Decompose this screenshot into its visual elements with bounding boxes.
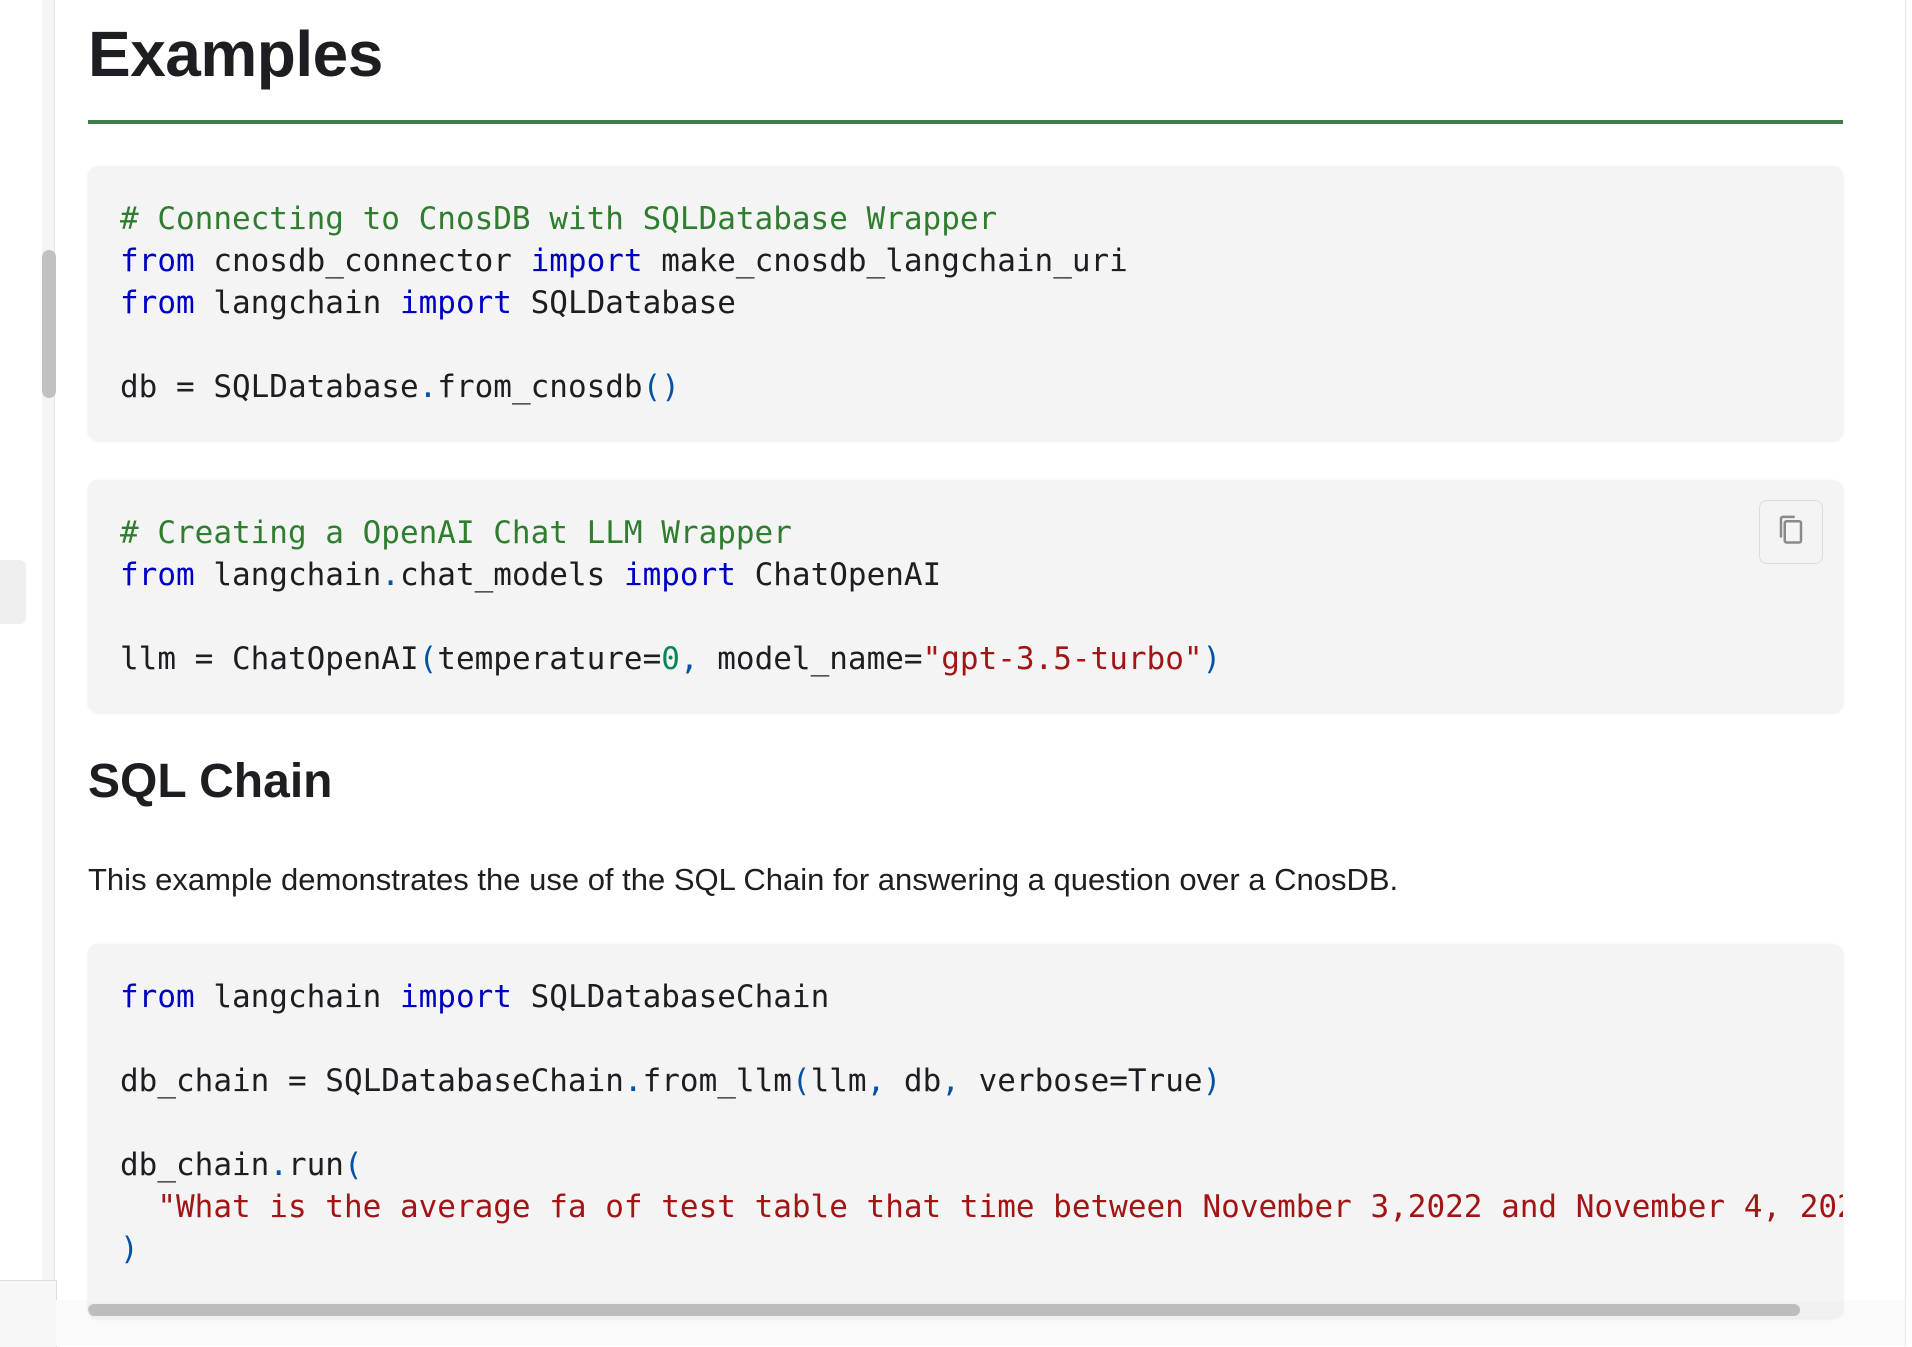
code-token: from xyxy=(120,979,195,1015)
sidebar-collapse-tab[interactable] xyxy=(0,560,26,624)
title-divider xyxy=(88,120,1843,124)
code-token: , xyxy=(941,1063,960,1099)
code-token: from_llm xyxy=(642,1063,792,1099)
copy-button[interactable] xyxy=(1759,500,1823,564)
code-horizontal-scrollbar[interactable] xyxy=(88,1302,1843,1318)
code-token: from_cnosdb xyxy=(437,369,643,405)
code-token: # Connecting to CnosDB with SQLDatabase … xyxy=(120,201,998,237)
code-token: langchain xyxy=(194,285,400,321)
code-token: , xyxy=(679,641,699,677)
section-heading-sql-chain: SQL Chain xyxy=(88,755,333,808)
code-token: ChatOpenAI xyxy=(735,557,942,593)
code-token: llm = ChatOpenAI xyxy=(120,641,419,677)
code-scrollbar-thumb[interactable] xyxy=(88,1304,1800,1316)
code-token: ) xyxy=(1202,1063,1222,1099)
code-content[interactable]: from langchain import SQLDatabaseChain d… xyxy=(88,944,1843,1302)
code-token: cnosdb_connector xyxy=(194,243,531,279)
code-token: ) xyxy=(1202,641,1222,677)
code-content[interactable]: # Connecting to CnosDB with SQLDatabase … xyxy=(88,166,1843,440)
sidebar-scroll-track xyxy=(42,0,55,1280)
page-scrollbar-track[interactable] xyxy=(1905,0,1912,1346)
code-token: "gpt-3.5-turbo" xyxy=(922,641,1203,677)
code-token: verbose=True xyxy=(959,1063,1203,1099)
code-token: . xyxy=(418,369,438,405)
code-token: ( xyxy=(791,1063,811,1099)
code-token: db_chain = SQLDatabaseChain xyxy=(120,1063,624,1099)
code-token: run xyxy=(287,1147,344,1183)
code-block-chatopenai: # Creating a OpenAI Chat LLM Wrapper fro… xyxy=(88,480,1843,712)
code-line: from langchain.chat_models import ChatOp… xyxy=(120,557,941,593)
code-token: . xyxy=(381,557,400,593)
code-line: db = SQLDatabase.from_cnosdb() xyxy=(120,369,680,405)
code-token: db_chain xyxy=(120,1147,270,1183)
code-token: db xyxy=(885,1063,942,1099)
code-line: ) xyxy=(120,1231,139,1267)
code-token: import xyxy=(399,285,512,321)
sidebar-scrollbar-thumb[interactable] xyxy=(42,250,56,398)
code-line: from langchain import SQLDatabaseChain xyxy=(120,979,829,1015)
code-token: import xyxy=(623,557,736,593)
page-title: Examples xyxy=(88,18,383,90)
code-token: langchain xyxy=(194,979,400,1015)
code-token: ) xyxy=(120,1231,139,1267)
code-token: temperature= xyxy=(437,641,662,677)
code-token: import xyxy=(530,243,643,279)
code-token: llm xyxy=(810,1063,867,1099)
code-token: chat_models xyxy=(399,557,624,593)
code-line: "What is the average fa of test table th… xyxy=(120,1189,1843,1225)
code-token: langchain xyxy=(194,557,382,593)
code-line: db_chain = SQLDatabaseChain.from_llm(llm… xyxy=(120,1063,1221,1099)
code-token: from xyxy=(120,285,195,321)
code-line: # Connecting to CnosDB with SQLDatabase … xyxy=(120,201,997,237)
code-token: db = SQLDatabase xyxy=(120,369,419,405)
copy-icon xyxy=(1776,513,1806,552)
sql-chain-description: This example demonstrates the use of the… xyxy=(88,862,1399,897)
sidebar-footer xyxy=(0,1280,57,1347)
code-token: SQLDatabase xyxy=(511,285,736,321)
code-token: . xyxy=(269,1147,288,1183)
code-block-sqldatabasechain: from langchain import SQLDatabaseChain d… xyxy=(88,944,1843,1318)
code-token: make_cnosdb_langchain_uri xyxy=(642,243,1128,279)
code-token: from xyxy=(120,243,195,279)
code-line: from langchain import SQLDatabase xyxy=(120,285,736,321)
code-token: () xyxy=(642,369,680,405)
code-line: llm = ChatOpenAI(temperature=0, model_na… xyxy=(120,641,1221,677)
code-block-sqldatabase: # Connecting to CnosDB with SQLDatabase … xyxy=(88,166,1843,440)
code-token: ( xyxy=(343,1147,363,1183)
code-token: # Creating a OpenAI Chat LLM Wrapper xyxy=(120,515,792,551)
code-token: "What is the average fa of test table th… xyxy=(157,1189,1843,1225)
code-line: from cnosdb_connector import make_cnosdb… xyxy=(120,243,1128,279)
code-token: from xyxy=(120,557,195,593)
code-token: import xyxy=(399,979,512,1015)
code-token: , xyxy=(866,1063,886,1099)
code-line: # Creating a OpenAI Chat LLM Wrapper xyxy=(120,515,792,551)
code-token: ( xyxy=(418,641,438,677)
code-content[interactable]: # Creating a OpenAI Chat LLM Wrapper fro… xyxy=(88,480,1843,712)
code-token: 0 xyxy=(661,641,680,677)
code-token: SQLDatabaseChain xyxy=(511,979,830,1015)
code-token: . xyxy=(623,1063,643,1099)
code-token: model_name= xyxy=(698,641,923,677)
left-sidebar xyxy=(0,0,57,1347)
code-line: db_chain.run( xyxy=(120,1147,363,1183)
